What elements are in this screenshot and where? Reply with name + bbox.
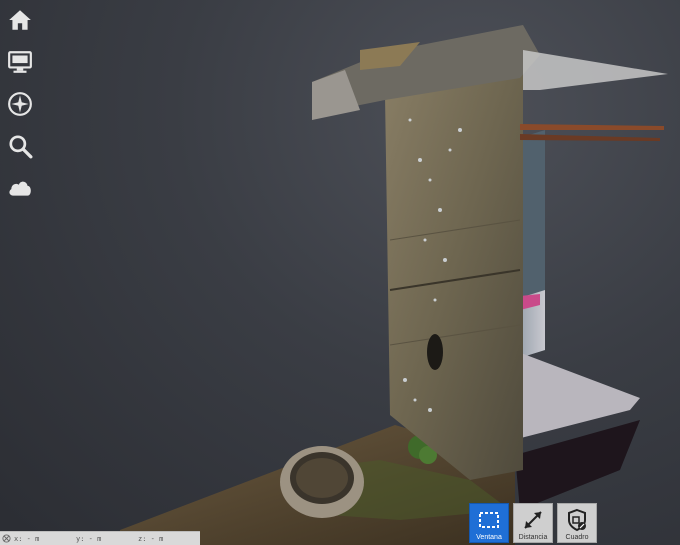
left-toolbar [4, 4, 36, 214]
window-select-button[interactable]: Ventana [469, 503, 509, 543]
measure-toolbar: Ventana Distancia Cuadro [469, 503, 597, 543]
point-cloud-viewport[interactable] [0, 0, 680, 545]
point-cloud-scene [120, 25, 668, 545]
home-button[interactable] [4, 4, 36, 36]
home-icon [9, 10, 31, 30]
diagonal-arrow-icon [524, 511, 542, 529]
monitor-icon [8, 51, 32, 73]
crosshair-icon [2, 534, 11, 543]
search-icon [9, 135, 33, 159]
coord-z: z: - m [138, 534, 164, 543]
coord-y: y: - m [76, 534, 102, 543]
box-shield-icon [568, 508, 586, 532]
distance-label: Distancia [518, 534, 548, 541]
box-label: Cuadro [565, 534, 589, 541]
window-select-label: Ventana [476, 534, 502, 541]
box-button[interactable]: Cuadro [557, 503, 597, 543]
search-button[interactable] [4, 130, 36, 162]
cloud-icon [9, 181, 31, 196]
selection-rectangle-icon [479, 512, 499, 528]
navigation-button[interactable] [4, 88, 36, 120]
compass-icon [8, 92, 32, 116]
display-settings-button[interactable] [4, 46, 36, 78]
coordinate-readout: x: - m y: - m z: - m [0, 531, 200, 545]
cloud-button[interactable] [4, 172, 36, 204]
distance-button[interactable]: Distancia [513, 503, 553, 543]
coord-x: x: - m [14, 534, 40, 543]
